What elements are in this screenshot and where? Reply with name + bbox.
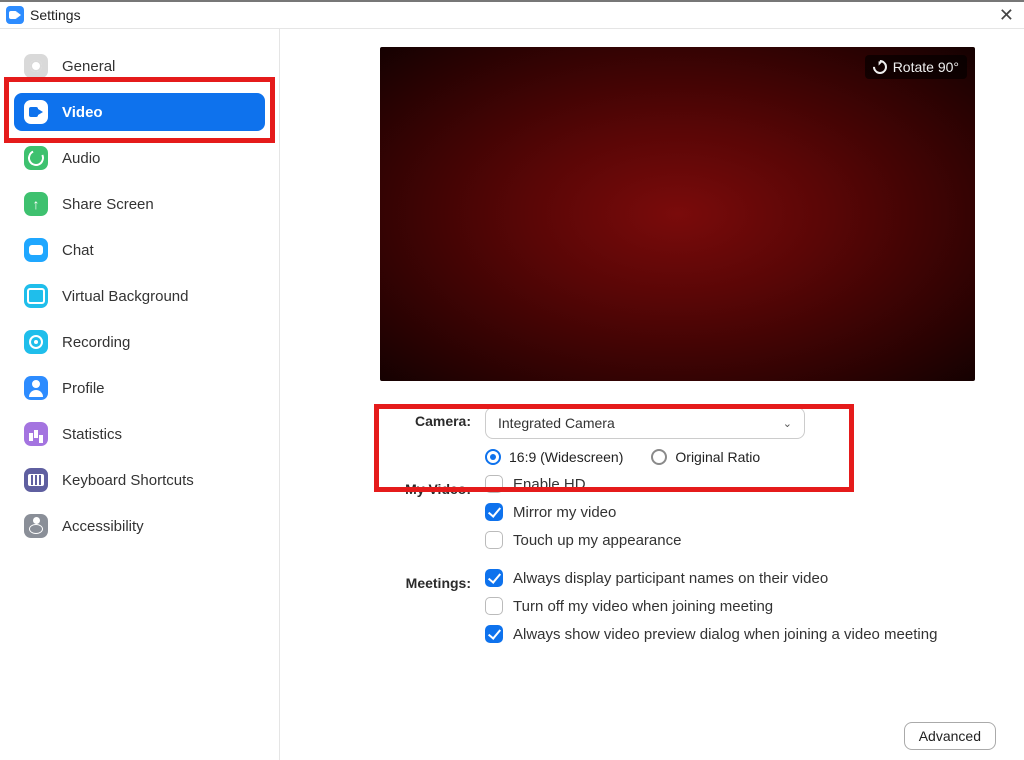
checkbox-icon [485, 597, 503, 615]
profile-icon [24, 376, 48, 400]
show-video-preview-dialog-checkbox[interactable]: Always show video preview dialog when jo… [485, 625, 996, 643]
sidebar-item-video[interactable]: Video [14, 93, 265, 131]
checkbox-icon [485, 569, 503, 587]
aspect-ratio-original-radio[interactable]: Original Ratio [651, 449, 760, 465]
rotate-icon [870, 57, 890, 77]
radio-label: Original Ratio [675, 449, 760, 465]
sidebar-item-profile[interactable]: Profile [14, 369, 265, 407]
video-preview: Rotate 90° [380, 47, 975, 381]
mirror-video-checkbox[interactable]: Mirror my video [485, 503, 996, 521]
record-icon [24, 330, 48, 354]
sidebar-item-audio[interactable]: Audio [14, 139, 265, 177]
radio-icon [651, 449, 667, 465]
sidebar-item-statistics[interactable]: Statistics [14, 415, 265, 453]
checkbox-label: Always display participant names on thei… [513, 570, 828, 587]
aspect-ratio-widescreen-radio[interactable]: 16:9 (Widescreen) [485, 449, 623, 465]
advanced-label: Advanced [919, 728, 981, 744]
sidebar-item-general[interactable]: General [14, 47, 265, 85]
rotate-label: Rotate 90° [893, 59, 959, 75]
radio-icon [485, 449, 501, 465]
camera-selected-value: Integrated Camera [498, 415, 615, 431]
window-title: Settings [30, 7, 81, 23]
camera-label: Camera: [380, 407, 485, 429]
sidebar-item-label: Chat [62, 242, 94, 259]
checkbox-icon [485, 531, 503, 549]
title-bar: Settings ✕ [0, 0, 1024, 28]
keyboard-icon [24, 468, 48, 492]
sidebar-item-label: Recording [62, 334, 130, 351]
radio-label: 16:9 (Widescreen) [509, 449, 623, 465]
checkbox-label: Touch up my appearance [513, 532, 681, 549]
gear-icon [24, 54, 48, 78]
rotate-button[interactable]: Rotate 90° [865, 55, 967, 79]
enable-hd-checkbox[interactable]: Enable HD [485, 475, 996, 493]
turn-off-video-on-join-checkbox[interactable]: Turn off my video when joining meeting [485, 597, 996, 615]
app-icon [6, 6, 24, 24]
sidebar: General Video Audio Share Screen Chat Vi… [0, 29, 280, 760]
statistics-icon [24, 422, 48, 446]
checkbox-icon [485, 475, 503, 493]
sidebar-item-virtual-background[interactable]: Virtual Background [14, 277, 265, 315]
sidebar-item-label: Audio [62, 150, 100, 167]
sidebar-item-recording[interactable]: Recording [14, 323, 265, 361]
share-screen-icon [24, 192, 48, 216]
checkbox-label: Always show video preview dialog when jo… [513, 626, 937, 643]
checkbox-label: Turn off my video when joining meeting [513, 598, 773, 615]
sidebar-item-label: General [62, 58, 115, 75]
my-video-label: My Video: [380, 475, 485, 497]
headphones-icon [24, 146, 48, 170]
sidebar-item-label: Video [62, 104, 103, 121]
checkbox-label: Enable HD [513, 476, 586, 493]
sidebar-item-chat[interactable]: Chat [14, 231, 265, 269]
chat-icon [24, 238, 48, 262]
chevron-down-icon: ⌄ [783, 417, 792, 430]
sidebar-item-share-screen[interactable]: Share Screen [14, 185, 265, 223]
sidebar-item-label: Share Screen [62, 196, 154, 213]
sidebar-item-label: Keyboard Shortcuts [62, 472, 194, 489]
sidebar-item-label: Statistics [62, 426, 122, 443]
sidebar-item-label: Profile [62, 380, 105, 397]
sidebar-item-keyboard-shortcuts[interactable]: Keyboard Shortcuts [14, 461, 265, 499]
checkbox-icon [485, 625, 503, 643]
meetings-label: Meetings: [380, 569, 485, 591]
touch-up-appearance-checkbox[interactable]: Touch up my appearance [485, 531, 996, 549]
close-button[interactable]: ✕ [995, 6, 1018, 24]
accessibility-icon [24, 514, 48, 538]
sidebar-item-label: Virtual Background [62, 288, 188, 305]
video-icon [24, 100, 48, 124]
display-participant-names-checkbox[interactable]: Always display participant names on thei… [485, 569, 996, 587]
checkbox-label: Mirror my video [513, 504, 616, 521]
advanced-button[interactable]: Advanced [904, 722, 996, 750]
sidebar-item-accessibility[interactable]: Accessibility [14, 507, 265, 545]
camera-select[interactable]: Integrated Camera ⌄ [485, 407, 805, 439]
checkbox-icon [485, 503, 503, 521]
sidebar-item-label: Accessibility [62, 518, 144, 535]
content-area: Rotate 90° Camera: Integrated Camera ⌄ [280, 29, 1024, 760]
virtual-background-icon [24, 284, 48, 308]
